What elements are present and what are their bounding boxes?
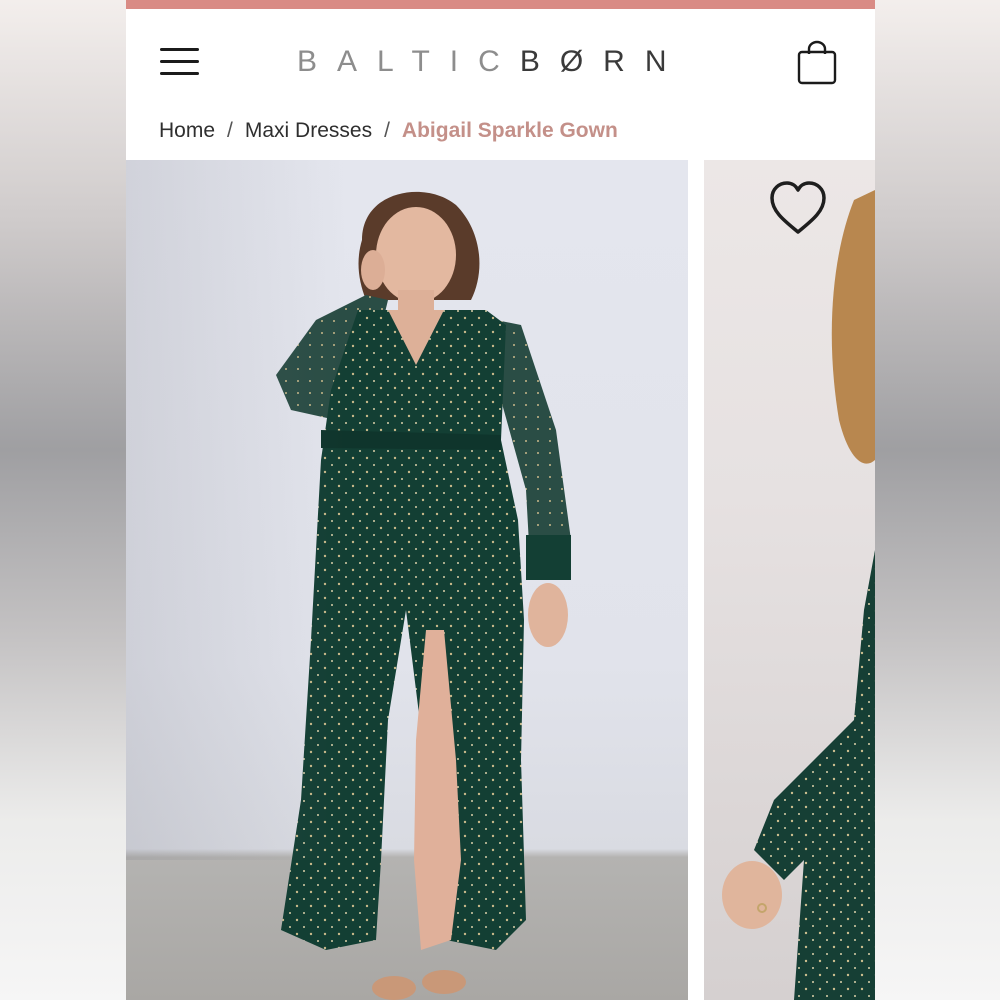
breadcrumb-separator: / bbox=[227, 119, 233, 142]
background-blur-left bbox=[0, 0, 126, 1000]
product-image-gallery[interactable] bbox=[126, 160, 875, 1000]
hamburger-menu-icon[interactable] bbox=[160, 46, 200, 78]
product-page: BALTIC BØRN Home / Maxi Dresses / Abigai… bbox=[126, 0, 875, 1000]
product-image-secondary[interactable] bbox=[704, 160, 875, 1000]
shopping-bag-icon[interactable] bbox=[796, 40, 838, 86]
product-image-main[interactable] bbox=[126, 160, 688, 1000]
background-blur-right bbox=[874, 0, 1000, 1000]
top-accent-strip bbox=[126, 0, 875, 9]
breadcrumb-home[interactable]: Home bbox=[159, 119, 215, 143]
brand-logo-light: BALTIC bbox=[297, 45, 520, 78]
breadcrumb: Home / Maxi Dresses / Abigail Sparkle Go… bbox=[159, 117, 618, 145]
breadcrumb-maxi-dresses[interactable]: Maxi Dresses bbox=[245, 119, 372, 143]
breadcrumb-current: Abigail Sparkle Gown bbox=[401, 119, 618, 142]
brand-logo-dark: BØRN bbox=[519, 45, 687, 78]
breadcrumb-separator: / bbox=[384, 119, 390, 142]
brand-logo[interactable]: BALTIC BØRN bbox=[297, 42, 707, 82]
heart-outline-icon[interactable] bbox=[766, 180, 830, 238]
